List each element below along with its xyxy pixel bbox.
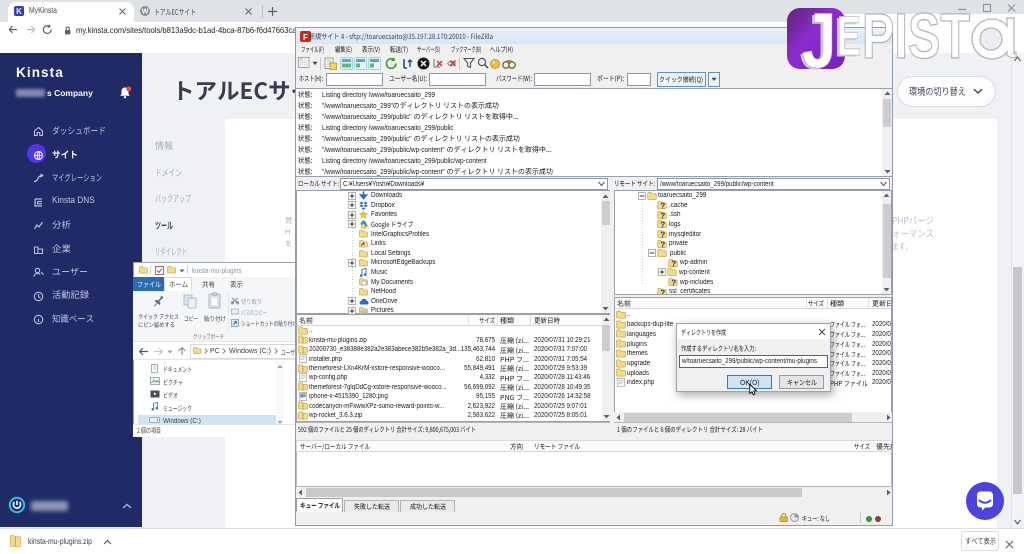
svg-text:F: F	[303, 33, 308, 42]
svg-text:?: ?	[660, 231, 665, 240]
svg-text:W: W	[142, 9, 149, 16]
svg-text:?: ?	[660, 240, 665, 249]
svg-text:?: ?	[671, 279, 676, 288]
svg-text:J: J	[802, 0, 836, 84]
svg-text:?: ?	[660, 221, 665, 230]
svg-text:?: ?	[660, 202, 665, 211]
svg-text:?: ?	[660, 211, 665, 220]
svg-text:E: E	[837, 4, 861, 67]
svg-text:K: K	[16, 7, 22, 16]
svg-text:?: ?	[671, 259, 676, 268]
svg-text:PIST: PIST	[862, 0, 970, 72]
svg-text:?: ?	[660, 288, 665, 294]
